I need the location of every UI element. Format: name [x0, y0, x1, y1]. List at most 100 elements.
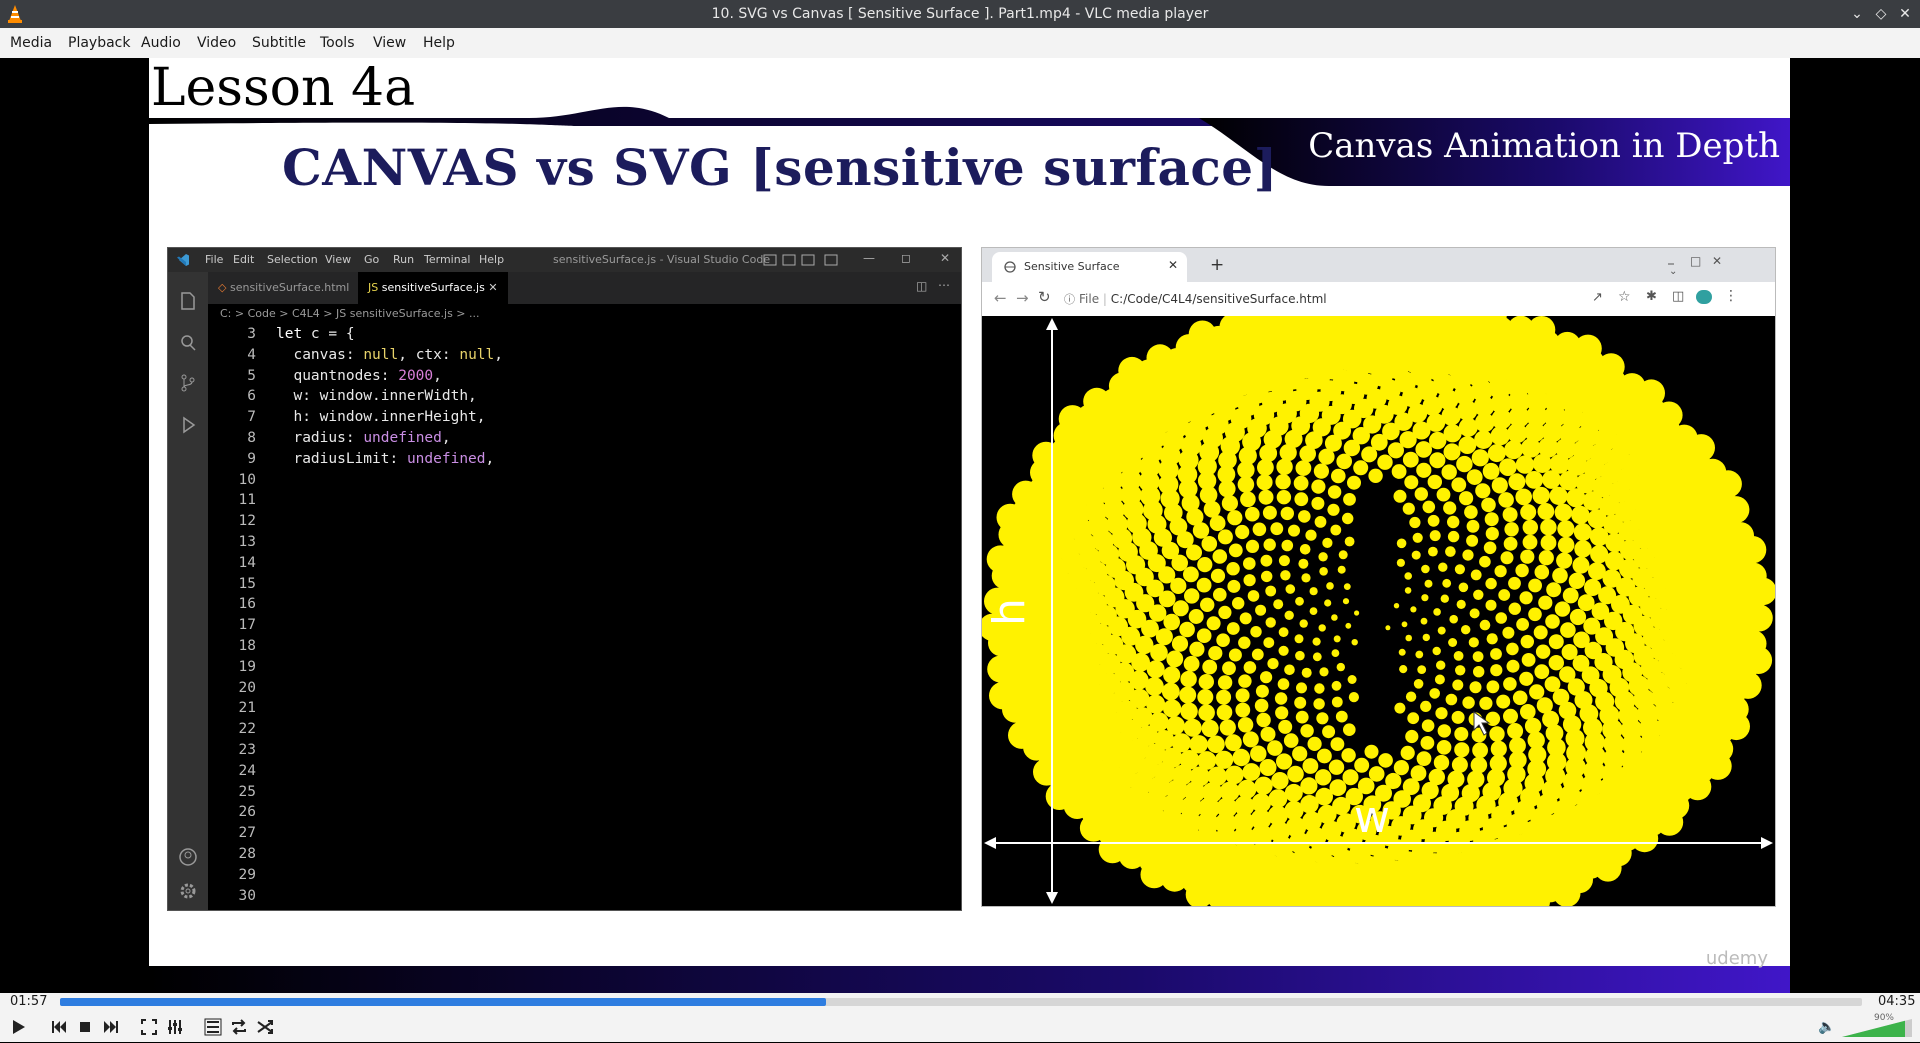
menu-tools[interactable]: Tools [316, 28, 359, 58]
surface-dot [1288, 525, 1300, 537]
surface-dot [1197, 557, 1212, 572]
line-number: 4 [208, 345, 256, 366]
surface-dot [1405, 587, 1412, 594]
menu-subtitle[interactable]: Subtitle [248, 28, 310, 58]
surface-dot [1520, 591, 1533, 604]
seek-bar[interactable] [60, 998, 1862, 1006]
browser-tab-title: Sensitive Surface [1024, 252, 1120, 282]
code-line: 27 [208, 823, 958, 844]
surface-dot [1200, 598, 1214, 612]
shuffle-button[interactable] [253, 1015, 277, 1039]
surface-dot [1308, 737, 1322, 751]
surface-dot [1459, 436, 1477, 454]
surface-dot [1327, 504, 1339, 516]
playlist-button[interactable] [201, 1015, 225, 1039]
next-button[interactable] [99, 1015, 123, 1039]
surface-dot [1456, 456, 1472, 472]
share-icon: ↗ [1592, 290, 1603, 305]
surface-dot [1255, 777, 1273, 795]
speaker-icon[interactable]: 🔈 [1818, 1019, 1835, 1035]
surface-dot [1525, 471, 1543, 489]
code-line: 4 canvas: null, ctx: null, [208, 345, 958, 366]
surface-dot [1284, 733, 1299, 748]
surface-dot [1163, 699, 1181, 717]
surface-dot [1452, 680, 1463, 691]
menu-help[interactable]: Help [419, 28, 459, 58]
menu-playback[interactable]: Playback [64, 28, 134, 58]
slide-heading: CANVAS vs SVG [sensitive surface] [282, 138, 1278, 197]
line-number: 20 [208, 678, 256, 699]
video-area[interactable]: Lesson 4a Canvas Animation in Depth CANV… [0, 58, 1920, 993]
surface-dot [1336, 711, 1348, 723]
surface-dot [1220, 719, 1236, 735]
previous-button[interactable] [47, 1015, 71, 1039]
loop-button[interactable] [227, 1015, 251, 1039]
menu-view[interactable]: View [369, 28, 410, 58]
player-controls: 01:57 04:35 🔈 90% [0, 993, 1920, 1042]
surface-dot [1417, 665, 1426, 674]
surface-dot [1197, 578, 1212, 593]
surface-dot [1287, 766, 1304, 783]
code-line: 19 [208, 657, 958, 678]
elapsed-time: 01:57 [10, 993, 47, 1011]
volume-slider[interactable]: 90% [1842, 1015, 1914, 1039]
code-line: 15 [208, 574, 958, 595]
maximize-icon[interactable]: ◇ [1871, 4, 1891, 24]
extended-settings-button[interactable] [163, 1015, 187, 1039]
surface-dot [1295, 651, 1305, 661]
stop-button[interactable] [73, 1015, 97, 1039]
surface-dot [1315, 769, 1331, 785]
surface-dot [1279, 646, 1289, 656]
vscode-logo-icon [176, 253, 190, 267]
vscode-maximize-icon: ◻ [901, 251, 911, 265]
vscode-menu-file: File [205, 248, 223, 272]
surface-dot [1420, 701, 1431, 712]
close-icon[interactable]: ✕ [1895, 4, 1915, 24]
surface-dot [1378, 753, 1393, 768]
surface-dot [1292, 746, 1307, 761]
surface-dot [1275, 692, 1287, 704]
surface-dot [1277, 490, 1291, 504]
surface-dot [1276, 753, 1292, 769]
forward-arrow-icon: → [1016, 289, 1029, 307]
surface-dot [1486, 712, 1500, 726]
play-button[interactable] [6, 1015, 30, 1039]
surface-dot [1276, 459, 1292, 475]
menu-video[interactable]: Video [193, 28, 240, 58]
code-line: 20 [208, 678, 958, 699]
surface-dot [1118, 357, 1145, 384]
surface-dot [1490, 648, 1502, 660]
surface-dot [1225, 766, 1244, 785]
width-label: w [1354, 792, 1390, 843]
vscode-breadcrumb: C: > Code > C4L4 > JS sensitiveSurface.j… [220, 304, 480, 324]
surface-dot [1448, 531, 1459, 542]
menu-media[interactable]: Media [6, 28, 56, 58]
surface-dot [1332, 681, 1342, 691]
surface-dot [1525, 718, 1541, 734]
surface-dot [1474, 430, 1493, 449]
surface-dot [1459, 418, 1478, 437]
surface-dot [1331, 737, 1345, 751]
surface-dot [1314, 683, 1324, 693]
surface-dot [1180, 671, 1196, 687]
more-actions-icon: ⋯ [938, 278, 950, 292]
surface-dot [1032, 442, 1059, 469]
vscode-menu-go: Go [364, 248, 379, 272]
surface-dot [1008, 722, 1035, 749]
code-line: 6 w: window.innerWidth, [208, 386, 958, 407]
vscode-menu-edit: Edit [233, 248, 254, 272]
menu-audio[interactable]: Audio [137, 28, 185, 58]
fullscreen-button[interactable] [137, 1015, 161, 1039]
line-number: 3 [208, 324, 256, 345]
surface-dot [1261, 571, 1272, 582]
minimize-icon[interactable]: ⌄ [1847, 4, 1867, 24]
code-text: quantnodes: 2000, [276, 368, 442, 384]
surface-dot [1179, 687, 1196, 704]
surface-dot [1746, 604, 1773, 631]
surface-dot [1444, 443, 1461, 460]
surface-dot [1300, 619, 1308, 627]
code-line: 10 [208, 470, 958, 491]
surface-dot [1162, 683, 1180, 701]
surface-dot [1416, 463, 1431, 478]
surface-dot [1509, 603, 1521, 615]
